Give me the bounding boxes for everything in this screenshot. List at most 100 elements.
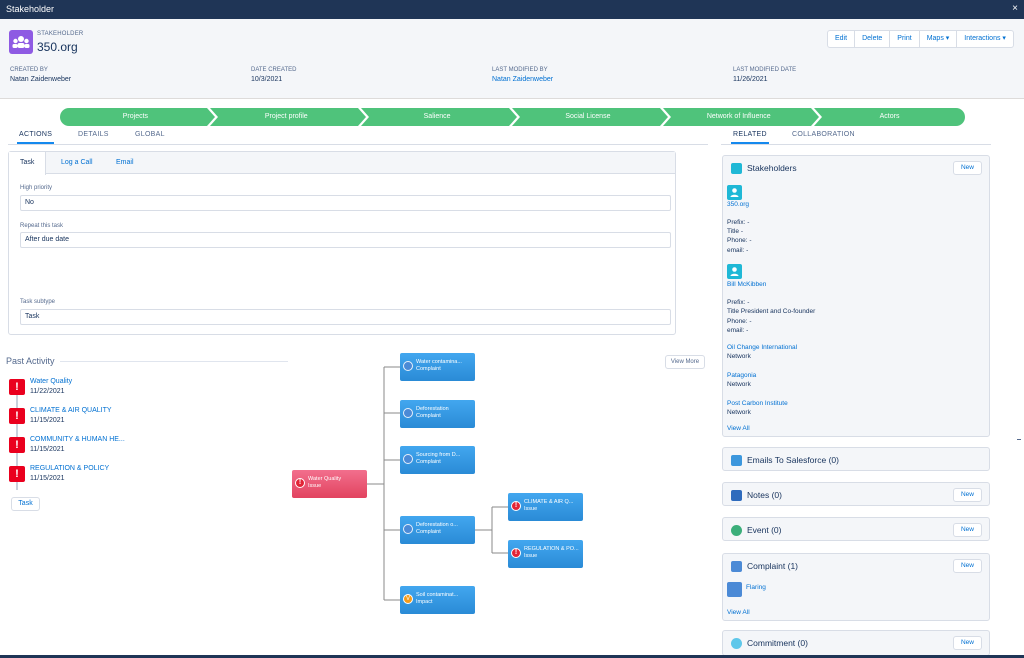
- high-priority-select[interactable]: No: [20, 195, 671, 211]
- high-priority-label: High priority: [20, 185, 53, 191]
- close-icon[interactable]: ×: [1012, 3, 1018, 14]
- new-note-button[interactable]: New: [953, 488, 982, 502]
- action-tab-task[interactable]: Task: [9, 152, 47, 175]
- stakeholder-phone: Phone: -: [727, 318, 752, 325]
- tab-details[interactable]: DETAILS: [78, 131, 109, 138]
- complaint-link[interactable]: Flaring: [746, 584, 766, 591]
- stakeholder-email: email: -: [727, 327, 749, 334]
- path-step-project-profile[interactable]: Project profile: [211, 108, 362, 126]
- tab-collaboration[interactable]: COLLABORATION: [792, 131, 855, 138]
- maps-dropdown-button[interactable]: Maps ▾: [919, 30, 958, 48]
- node-title: Deforestation: [416, 406, 449, 412]
- path-step-social-license[interactable]: Social License: [512, 108, 663, 126]
- record-name: 350.org: [37, 40, 78, 54]
- activity-date: 11/15/2021: [30, 417, 65, 424]
- repeat-task-select[interactable]: After due date: [20, 232, 671, 248]
- record-type-label: STAKEHOLDER: [37, 31, 84, 37]
- globe-icon: [403, 408, 413, 418]
- impact-icon: V: [403, 594, 413, 604]
- tree-node-issue[interactable]: ! CLIMATE & AIR Q... Issue: [508, 493, 583, 521]
- task-subtype-select[interactable]: Task: [20, 309, 671, 325]
- tree-node-complaint[interactable]: Sourcing from D... Complaint: [400, 446, 475, 474]
- network-link[interactable]: Post Carbon Institute: [727, 400, 788, 407]
- person-icon: [727, 264, 742, 279]
- tree-node-impact[interactable]: V Soil contaminat... Impact: [400, 586, 475, 614]
- network-type: Network: [727, 409, 751, 416]
- scroll-indicator[interactable]: [1017, 439, 1021, 440]
- new-commitment-button[interactable]: New: [953, 636, 982, 650]
- tab-actions[interactable]: ACTIONS: [16, 131, 55, 144]
- globe-icon: [403, 361, 413, 371]
- stakeholder-link[interactable]: 350.org: [727, 201, 749, 208]
- tree-node-complaint[interactable]: Deforestation o... Complaint: [400, 516, 475, 544]
- path-step-actors[interactable]: Actors: [814, 108, 965, 126]
- node-subtitle: Issue: [524, 506, 538, 512]
- stakeholders-title: Stakeholders: [747, 163, 797, 173]
- event-title: Event (0): [747, 525, 782, 535]
- activity-date: 11/15/2021: [30, 446, 65, 453]
- view-all-stakeholders-link[interactable]: View All: [727, 425, 750, 432]
- note-icon: [731, 490, 742, 501]
- tab-global[interactable]: GLOBAL: [135, 131, 165, 138]
- node-title: REGULATION & PO...: [524, 546, 579, 552]
- node-title: Sourcing from D...: [416, 452, 461, 458]
- task-subtype-label: Task subtype: [20, 299, 56, 305]
- tree-node-root-issue[interactable]: ! Water Quality Issue: [292, 470, 367, 498]
- email-icon: [731, 455, 742, 466]
- network-type: Network: [727, 353, 751, 360]
- warning-icon: !: [9, 437, 25, 453]
- edit-button[interactable]: Edit: [827, 30, 856, 48]
- stakeholder-link[interactable]: Bill McKibben: [727, 281, 766, 288]
- node-title: Deforestation o...: [416, 522, 458, 528]
- commitment-card: Commitment (0) New: [722, 630, 990, 656]
- commitment-title: Commitment (0): [747, 638, 808, 648]
- node-subtitle: Complaint: [416, 413, 441, 419]
- new-stakeholder-button[interactable]: New: [953, 161, 982, 175]
- network-link[interactable]: Patagonia: [727, 372, 756, 379]
- interactions-dropdown-button[interactable]: Interactions ▾: [957, 30, 1014, 48]
- activity-link[interactable]: COMMUNITY & HUMAN HE...: [30, 436, 125, 443]
- stakeholder-title: Title President and Co-founder: [727, 308, 816, 315]
- stakeholders-icon: [731, 163, 742, 174]
- network-link[interactable]: Oil Change International: [727, 344, 797, 351]
- activity-item: ! Water Quality 11/22/2021: [9, 377, 159, 399]
- activity-link[interactable]: Water Quality: [30, 378, 72, 385]
- meta-value: 10/3/2021: [251, 76, 283, 83]
- stakeholders-card: Stakeholders New: [722, 155, 990, 437]
- tab-related[interactable]: RELATED: [731, 131, 769, 144]
- new-event-button[interactable]: New: [953, 523, 982, 537]
- emails-card: Emails To Salesforce (0): [722, 447, 990, 471]
- warning-icon: !: [9, 408, 25, 424]
- activity-item: ! CLIMATE & AIR QUALITY 11/15/2021: [9, 406, 159, 428]
- warning-icon: !: [511, 548, 521, 558]
- node-title: Water Quality: [308, 476, 342, 482]
- path-step-salience[interactable]: Salience: [362, 108, 513, 126]
- path-step-projects[interactable]: Projects: [60, 108, 211, 126]
- action-tab-email[interactable]: Email: [105, 152, 145, 174]
- person-icon: [727, 185, 742, 200]
- path-step-network-of-influence[interactable]: Network of Influence: [663, 108, 814, 126]
- activity-link[interactable]: CLIMATE & AIR QUALITY: [30, 407, 112, 414]
- view-more-button[interactable]: View More: [665, 355, 705, 369]
- meta-created-by: CREATED BY Natan Zaidenweber: [10, 67, 71, 83]
- action-tab-log-call[interactable]: Log a Call: [50, 152, 104, 174]
- view-all-complaints-link[interactable]: View All: [727, 609, 750, 616]
- tree-node-issue[interactable]: ! REGULATION & PO... Issue: [508, 540, 583, 568]
- globe-icon: [403, 524, 413, 534]
- new-task-button[interactable]: Task: [11, 497, 40, 511]
- meta-value: Natan Zaidenweber: [10, 76, 72, 83]
- print-button[interactable]: Print: [890, 30, 920, 48]
- stakeholder-phone: Phone: -: [727, 237, 752, 244]
- tree-node-complaint[interactable]: Deforestation Complaint: [400, 400, 475, 428]
- delete-button[interactable]: Delete: [855, 30, 891, 48]
- window-title-bar: Stakeholder ×: [0, 0, 1024, 19]
- path-bar: Projects Project profile Salience Social…: [60, 108, 965, 126]
- node-title: CLIMATE & AIR Q...: [524, 499, 574, 505]
- notes-card: Notes (0) New: [722, 482, 990, 506]
- stakeholder-email: email: -: [727, 247, 749, 254]
- new-complaint-button[interactable]: New: [953, 559, 982, 573]
- activity-link[interactable]: REGULATION & POLICY: [30, 465, 109, 472]
- tree-node-complaint[interactable]: Water contamina... Complaint: [400, 353, 475, 381]
- globe-icon: [403, 454, 413, 464]
- meta-value-link[interactable]: Natan Zaidenweber: [492, 76, 553, 83]
